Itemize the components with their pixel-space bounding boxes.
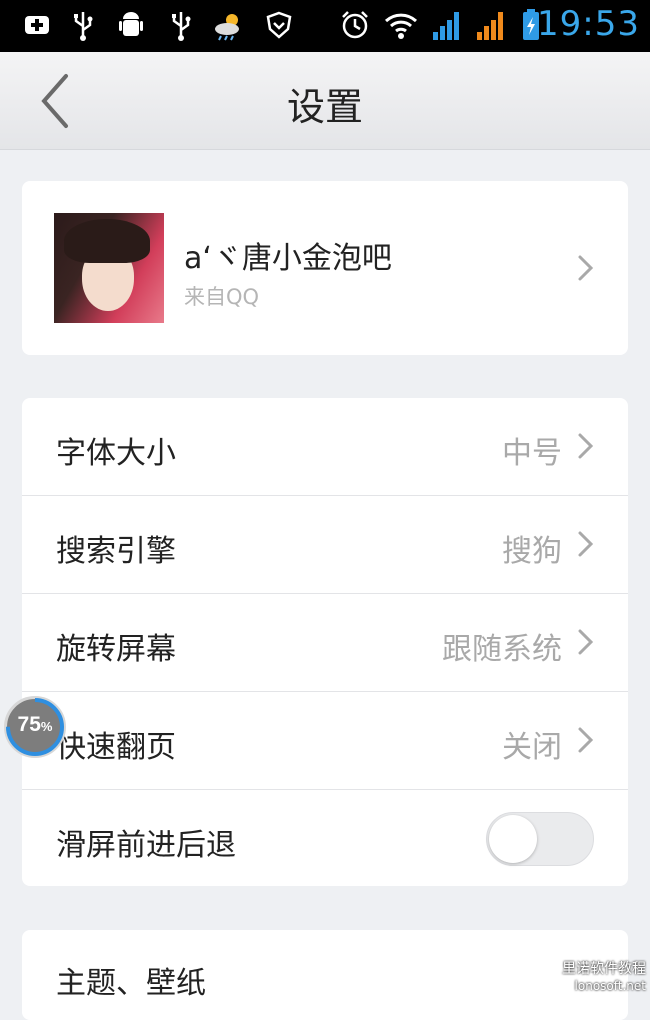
- notification-plus-icon: [20, 8, 54, 42]
- theme-card[interactable]: 主题、壁纸: [22, 930, 628, 1020]
- settings-row-font-size[interactable]: 字体大小 中号: [22, 398, 628, 496]
- chevron-right-icon: [576, 725, 596, 755]
- profile-name: aʻヾ唐小金泡吧: [184, 233, 392, 277]
- chevron-right-icon: [576, 627, 596, 657]
- chevron-right-icon: [576, 529, 596, 559]
- row-value: 跟随系统: [442, 624, 562, 668]
- row-value: 中号: [502, 428, 562, 472]
- alarm-icon: [338, 8, 372, 42]
- watermark: 里诺软件教程 lonosoft.net: [550, 961, 646, 999]
- toggle-knob: [489, 815, 537, 863]
- status-time: 19:53: [537, 4, 640, 44]
- row-label: 快速翻页: [56, 722, 176, 766]
- row-label: 旋转屏幕: [56, 624, 176, 668]
- settings-row-fast-page-turn[interactable]: 快速翻页 关闭: [22, 692, 628, 790]
- weather-icon: [212, 8, 246, 42]
- chevron-right-icon: [576, 431, 596, 461]
- avatar: [54, 213, 164, 323]
- floating-progress-ball[interactable]: 75%: [4, 696, 66, 758]
- settings-row-search-engine[interactable]: 搜索引擎 搜狗: [22, 496, 628, 594]
- page-title: 设置: [0, 76, 650, 131]
- wifi-icon: [384, 8, 418, 42]
- row-value: 关闭: [502, 722, 562, 766]
- watermark-line1: 里诺软件教程: [550, 961, 646, 978]
- status-bar: 19:53: [0, 0, 650, 52]
- title-bar: 设置: [0, 52, 650, 150]
- settings-row-swipe-navigation: 滑屏前进后退: [22, 790, 628, 888]
- row-label: 滑屏前进后退: [56, 820, 236, 864]
- progress-text: 75%: [7, 713, 63, 737]
- shield-icon: [262, 8, 296, 42]
- signal-icon: [430, 8, 464, 42]
- profile-card[interactable]: aʻヾ唐小金泡吧 来自QQ: [22, 181, 628, 355]
- watermark-line2: lonosoft.net: [550, 978, 646, 995]
- row-label: 字体大小: [56, 428, 176, 472]
- android-debug-icon: [114, 8, 148, 42]
- usb-icon: [66, 8, 100, 42]
- theme-label: 主题、壁纸: [56, 958, 206, 1002]
- signal-icon: [474, 8, 508, 42]
- swipe-navigation-toggle[interactable]: [486, 812, 594, 866]
- row-value: 搜狗: [502, 526, 562, 570]
- progress-unit: %: [41, 719, 53, 734]
- chevron-right-icon: [576, 253, 596, 283]
- row-label: 搜索引擎: [56, 526, 176, 570]
- usb-icon: [164, 8, 198, 42]
- settings-list: 字体大小 中号 搜索引擎 搜狗 旋转屏幕 跟随系统 快速翻页 关闭 滑屏前进后退: [22, 398, 628, 886]
- profile-source: 来自QQ: [184, 281, 259, 311]
- settings-row-rotate-screen[interactable]: 旋转屏幕 跟随系统: [22, 594, 628, 692]
- progress-value: 75: [18, 713, 41, 736]
